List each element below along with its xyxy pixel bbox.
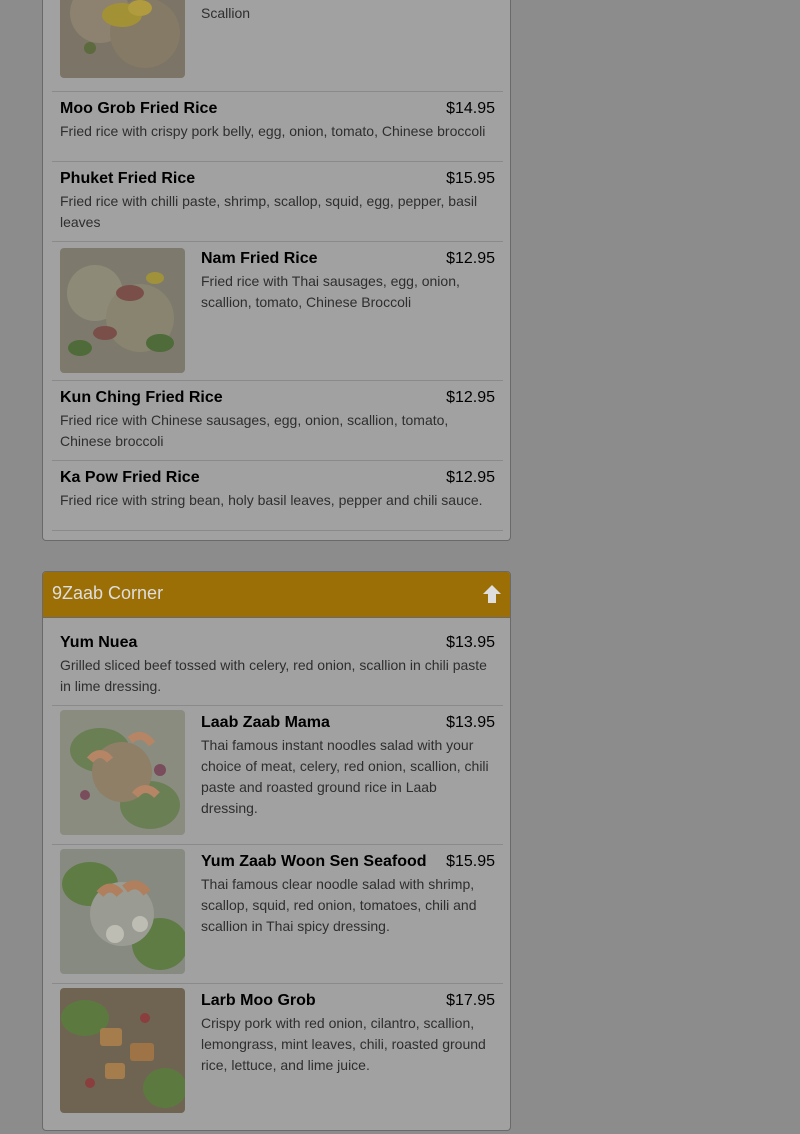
- item-description: Fried rice with Thai sausages, egg, onio…: [201, 273, 460, 310]
- item-name: Yum Zaab Woon Sen Seafood: [201, 853, 427, 870]
- menu-item[interactable]: Yum Zaab Woon Sen Seafood $15.95 Thai fa…: [52, 845, 503, 984]
- section-heading[interactable]: 9Zaab Corner: [43, 572, 510, 618]
- item-name: Moo Grob Fried Rice: [60, 100, 218, 117]
- item-name: Laab Zaab Mama: [201, 714, 330, 731]
- item-name: Larb Moo Grob: [201, 992, 316, 1009]
- item-price: $13.95: [446, 714, 495, 731]
- item-name: Kun Ching Fried Rice: [60, 389, 223, 406]
- food-photo: [60, 0, 185, 78]
- item-description: Fried rice with Chinese sausages, egg, o…: [60, 412, 449, 449]
- section-panel-9zaab-corner: 9Zaab Corner Yum Nuea $13.95 Grilled sli…: [42, 571, 511, 1131]
- item-price: $17.95: [446, 992, 495, 1009]
- item-name: Ka Pow Fried Rice: [60, 469, 200, 486]
- section-title: 9Zaab Corner: [52, 583, 164, 603]
- menu-item[interactable]: Ka Pow Fried Rice $12.95 Fried rice with…: [52, 461, 503, 531]
- item-name: Nam Fried Rice: [201, 250, 318, 267]
- item-name: Phuket Fried Rice: [60, 170, 196, 187]
- fried-rice-panel: Scallion Moo Grob Fried Rice $14.95 Frie…: [42, 0, 511, 541]
- item-price: $15.95: [446, 853, 495, 870]
- food-photo: [60, 710, 185, 835]
- menu-item[interactable]: Yum Nuea $13.95 Grilled sliced beef toss…: [52, 626, 503, 706]
- item-description: Fried rice with chilli paste, shrimp, sc…: [60, 193, 478, 230]
- food-photo: [60, 248, 185, 373]
- item-price: $15.95: [446, 170, 495, 187]
- menu-item[interactable]: Larb Moo Grob $17.95 Crispy pork with re…: [52, 984, 503, 1134]
- item-description: Crispy pork with red onion, cilantro, sc…: [201, 1015, 486, 1073]
- menu-item[interactable]: Nam Fried Rice $12.95 Fried rice with Th…: [52, 242, 503, 381]
- item-description: Thai famous instant noodles salad with y…: [201, 737, 489, 816]
- menu-item[interactable]: Laab Zaab Mama $13.95 Thai famous instan…: [52, 706, 503, 845]
- menu-item[interactable]: Scallion: [52, 0, 503, 92]
- item-description: Thai famous clear noodle salad with shri…: [201, 876, 477, 934]
- menu-item[interactable]: Moo Grob Fried Rice $14.95 Fried rice wi…: [52, 92, 503, 162]
- item-price: $12.95: [446, 469, 495, 486]
- arrow-up-icon[interactable]: [482, 584, 502, 604]
- menu-item[interactable]: Kun Ching Fried Rice $12.95 Fried rice w…: [52, 381, 503, 461]
- item-name: Yum Nuea: [60, 634, 138, 651]
- food-photo: [60, 849, 185, 974]
- item-description: Fried rice with crispy pork belly, egg, …: [60, 123, 486, 139]
- food-photo: [60, 988, 185, 1113]
- item-price: $13.95: [446, 634, 495, 651]
- item-price: $12.95: [446, 250, 495, 267]
- menu-item[interactable]: Phuket Fried Rice $15.95 Fried rice with…: [52, 162, 503, 242]
- item-price: $12.95: [446, 389, 495, 406]
- item-description: Fried rice with string bean, holy basil …: [60, 492, 483, 508]
- item-description: Scallion: [201, 5, 251, 21]
- item-description: Grilled sliced beef tossed with celery, …: [60, 657, 487, 694]
- item-price: $14.95: [446, 100, 495, 117]
